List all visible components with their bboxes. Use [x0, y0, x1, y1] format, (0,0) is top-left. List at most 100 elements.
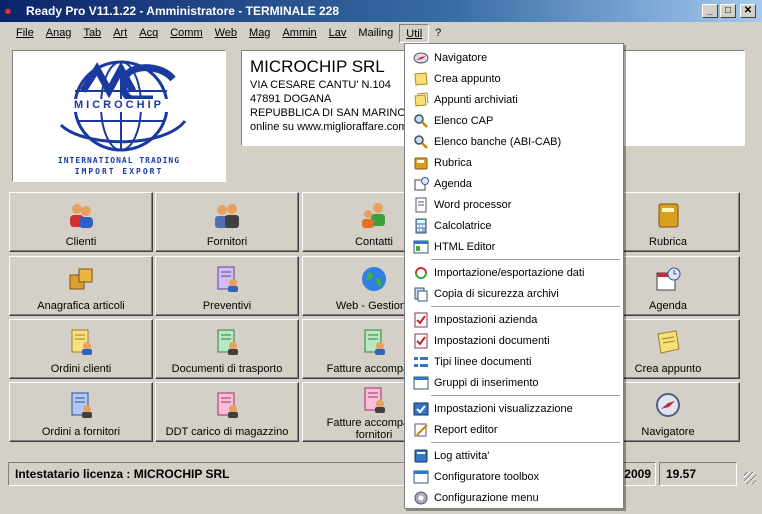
supplier-invoice-icon [364, 387, 385, 413]
menu-item-configurazione-menu[interactable]: Configurazione menu [405, 487, 623, 508]
menu-separator [431, 395, 620, 397]
menu-item-rubrica[interactable]: Rubrica [405, 152, 623, 173]
time-status: 19.57 [659, 462, 737, 486]
list-lines-icon [414, 356, 428, 367]
menu-item-calcolatrice[interactable]: Calcolatrice [405, 215, 623, 236]
menu-item-copia-sicurezza[interactable]: Copia di sicurezza archivi [405, 283, 623, 304]
documenti-trasporto-label: Documenti di trasporto [171, 363, 283, 375]
address-book-icon [414, 157, 428, 169]
calendar-clock-icon [656, 267, 681, 291]
menu-separator [431, 259, 620, 261]
business-people-icon [215, 204, 239, 228]
company-logo: MICROCHIP INTERNATIONAL TRADING IMPORT E… [12, 50, 226, 182]
backup-icon [414, 287, 428, 301]
menu-config-icon [414, 491, 428, 504]
ordini-clienti-label: Ordini clienti [50, 363, 112, 375]
log-book-icon [414, 449, 428, 462]
html-editor-icon [413, 240, 429, 253]
util-dropdown-menu: Navigatore Crea appunto Appunti archivia… [404, 43, 624, 509]
customer-orders-icon [71, 329, 92, 355]
title-bar: ● Ready Pro V11.1.22 - Amministratore - … [0, 0, 762, 22]
menu-anag[interactable]: Anag [40, 24, 78, 43]
ddt-carico-magazzino-button[interactable]: DDT carico di magazzino [155, 382, 299, 442]
transport-document-icon [217, 329, 238, 355]
menu-item-agenda[interactable]: Agenda [405, 173, 623, 194]
menu-item-impostazioni-documenti[interactable]: Impostazioni documenti [405, 330, 623, 351]
checklist-icon [414, 333, 428, 348]
menu-mag[interactable]: Mag [243, 24, 276, 43]
window-icon [413, 470, 429, 483]
import-export-icon [415, 266, 427, 279]
supplier-orders-icon [71, 392, 92, 418]
preventivi-button[interactable]: Preventivi [155, 256, 299, 316]
maximize-button[interactable]: □ [720, 4, 736, 18]
boxes-icon [69, 268, 93, 290]
display-settings-icon [413, 402, 429, 415]
logo-brand: MICROCHIP [74, 99, 164, 111]
invoice-icon [364, 329, 385, 355]
menu-bar: File Anag Tab Art Acq Comm Web Mag Ammin… [0, 22, 762, 44]
ordini-fornitori-label: Ordini a fornitori [41, 426, 121, 438]
menu-item-impostazioni-visualizzazione[interactable]: Impostazioni visualizzazione [405, 398, 623, 419]
menu-separator [431, 442, 620, 444]
menu-file[interactable]: File [10, 24, 40, 43]
document-icon [415, 197, 427, 212]
menu-lav[interactable]: Lav [323, 24, 353, 43]
calculator-icon [415, 218, 427, 233]
menu-item-appunti-archiviati[interactable]: Appunti archiviati [405, 89, 623, 110]
fornitori-button[interactable]: Fornitori [155, 192, 299, 252]
logo-tagline-2: IMPORT EXPORT [74, 167, 164, 176]
globe-icon [362, 267, 386, 291]
clienti-label: Clienti [65, 236, 97, 248]
window-controls: _ □ ✕ [702, 4, 756, 18]
menu-item-crea-appunto[interactable]: Crea appunto [405, 68, 623, 89]
menu-separator [431, 306, 620, 308]
navigator-icon [656, 393, 680, 417]
clienti-button[interactable]: Clienti [9, 192, 153, 252]
resize-grip-icon[interactable] [744, 472, 756, 484]
menu-web[interactable]: Web [209, 24, 243, 43]
menu-item-log-attivita[interactable]: Log attivita' [405, 445, 623, 466]
menu-item-tipi-linee-documenti[interactable]: Tipi linee documenti [405, 351, 623, 372]
menu-comm[interactable]: Comm [164, 24, 208, 43]
fornitori-label: Fornitori [206, 236, 248, 248]
menu-item-word-processor[interactable]: Word processor [405, 194, 623, 215]
anagrafica-articoli-label: Anagrafica articoli [37, 300, 125, 312]
ordini-clienti-button[interactable]: Ordini clienti [9, 319, 153, 379]
menu-art[interactable]: Art [107, 24, 133, 43]
menu-item-html-editor[interactable]: HTML Editor [405, 236, 623, 257]
minimize-button[interactable]: _ [702, 4, 718, 18]
ordini-fornitori-button[interactable]: Ordini a fornitori [9, 382, 153, 442]
anagrafica-articoli-button[interactable]: Anagrafica articoli [9, 256, 153, 316]
checklist-icon [414, 312, 428, 327]
menu-help[interactable]: ? [429, 24, 447, 43]
menu-acq[interactable]: Acq [133, 24, 164, 43]
menu-item-navigatore[interactable]: Navigatore [405, 47, 623, 68]
menu-item-elenco-banche[interactable]: Elenco banche (ABI-CAB) [405, 131, 623, 152]
menu-item-impostazioni-azienda[interactable]: Impostazioni azienda [405, 309, 623, 330]
logo-tagline-1: INTERNATIONAL TRADING [57, 156, 181, 165]
quote-document-icon [217, 266, 238, 292]
note-icon [414, 71, 428, 86]
menu-tab[interactable]: Tab [77, 24, 107, 43]
app-strawberry-icon[interactable]: ● [4, 3, 20, 19]
menu-item-gruppi-inserimento[interactable]: Gruppi di inserimento [405, 372, 623, 393]
contacts-icon [362, 203, 385, 228]
menu-item-import-export[interactable]: Importazione/esportazione dati [405, 262, 623, 283]
menu-item-configuratore-toolbox[interactable]: Configuratore toolbox [405, 466, 623, 487]
menu-item-report-editor[interactable]: Report editor [405, 419, 623, 440]
close-button[interactable]: ✕ [740, 4, 756, 18]
menu-ammin[interactable]: Ammin [276, 24, 322, 43]
people-icon [70, 204, 93, 228]
documenti-trasporto-button[interactable]: Documenti di trasporto [155, 319, 299, 379]
note-icon [657, 330, 680, 354]
address-book-icon [658, 203, 679, 228]
compass-icon [413, 52, 429, 63]
ddt-carico-magazzino-label: DDT carico di magazzino [165, 426, 289, 438]
menu-util[interactable]: Util [399, 23, 430, 43]
menu-item-elenco-cap[interactable]: Elenco CAP [405, 110, 623, 131]
window-icon [413, 376, 429, 389]
menu-mailing[interactable]: Mailing [352, 24, 399, 43]
warehouse-document-icon [217, 392, 238, 418]
magnifier-icon [414, 113, 428, 128]
